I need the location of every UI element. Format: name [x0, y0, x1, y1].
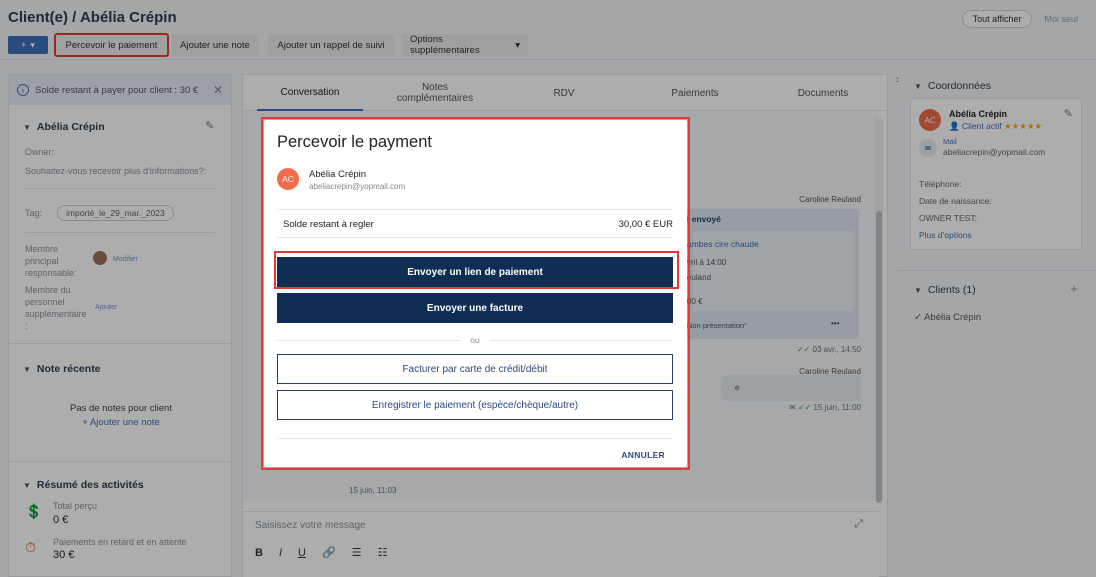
divider [277, 237, 673, 238]
send-invoice-button[interactable]: Envoyer une facture [277, 293, 673, 323]
modal-title: Percevoir le payment [277, 133, 432, 151]
modal-client-email: abeliacrepin@yopmail.com [309, 182, 406, 191]
charge-card-button[interactable]: Facturer par carte de crédit/débit [277, 354, 673, 384]
or-separator: ou [277, 333, 673, 347]
collect-payment-modal: Percevoir le payment AC Abélia Crépin ab… [264, 120, 687, 467]
cancel-button[interactable]: ANNULER [621, 450, 665, 460]
modal-client-name: Abélia Crépin [309, 169, 367, 180]
avatar: AC [277, 168, 299, 190]
divider [277, 438, 673, 439]
button-highlight-frame [274, 251, 679, 289]
balance-label: Solde restant à regler [283, 219, 374, 230]
divider [277, 209, 673, 210]
balance-value: 30,00 € EUR [618, 219, 673, 230]
record-payment-button[interactable]: Enregistrer le paiement (espèce/chèque/a… [277, 390, 673, 420]
